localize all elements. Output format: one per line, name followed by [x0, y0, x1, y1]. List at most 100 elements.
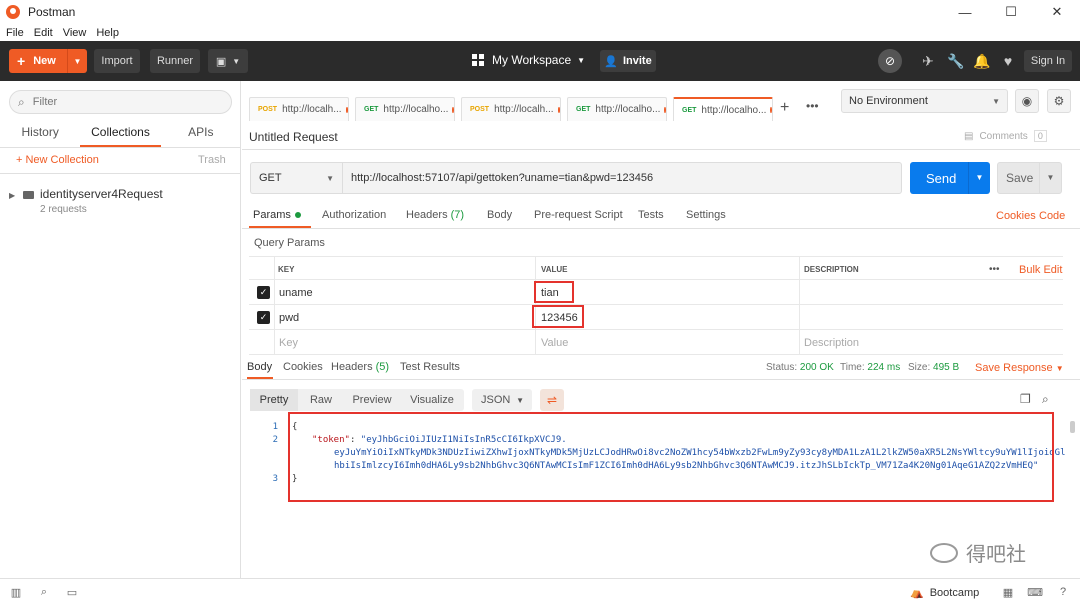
menu-file[interactable]: File: [6, 27, 24, 39]
request-tab[interactable]: POST http://localh...: [461, 97, 561, 121]
save-button[interactable]: Save ▼: [997, 162, 1062, 194]
resp-tab-test-results[interactable]: Test Results: [400, 361, 460, 373]
bell-icon[interactable]: 🔔: [972, 51, 992, 71]
trash-link[interactable]: Trash: [198, 154, 226, 166]
satellite-icon[interactable]: ✈: [918, 51, 938, 71]
caret-right-icon[interactable]: ▶: [9, 191, 15, 200]
wrench-icon[interactable]: 🔧: [946, 51, 966, 71]
format-select[interactable]: JSON ▼: [472, 389, 532, 411]
url-input[interactable]: [351, 172, 891, 184]
request-title[interactable]: Untitled Request: [249, 130, 338, 144]
send-dropdown-chevron-icon[interactable]: ▼: [968, 162, 990, 194]
param-key[interactable]: pwd: [279, 305, 299, 330]
add-tab-icon[interactable]: +: [780, 99, 789, 117]
method-select[interactable]: GET ▼: [250, 162, 342, 194]
scrollbar[interactable]: [1070, 421, 1075, 433]
two-pane-icon[interactable]: ▦: [1001, 585, 1015, 599]
url-bar[interactable]: [342, 162, 902, 194]
filter-box[interactable]: ⌕: [9, 90, 232, 114]
close-window-button[interactable]: ✕: [1034, 0, 1080, 24]
value-placeholder[interactable]: Value: [541, 330, 568, 355]
param-key[interactable]: uname: [279, 280, 313, 305]
request-tab[interactable]: GET http://localho...: [355, 97, 455, 121]
save-response-label: Save Response: [975, 362, 1053, 374]
tab-label: http://localh...: [282, 104, 342, 115]
help-icon[interactable]: ?: [1056, 585, 1070, 599]
size-key: Size:: [908, 362, 931, 373]
bootcamp-button[interactable]: ⛺ Bootcamp: [910, 586, 980, 600]
new-button[interactable]: + New ▼: [9, 49, 87, 73]
tab-authorization[interactable]: Authorization: [322, 209, 386, 221]
view-pretty[interactable]: Pretty: [250, 389, 298, 411]
tab-prerequest-script[interactable]: Pre-request Script: [534, 209, 623, 221]
tab-headers[interactable]: Headers (7): [406, 209, 464, 221]
new-window-button[interactable]: ▣ ▼: [208, 49, 248, 73]
environment-select[interactable]: No Environment ▼: [841, 89, 1008, 113]
search-icon[interactable]: ⌕: [1042, 392, 1056, 406]
more-tabs-icon[interactable]: •••: [806, 99, 819, 113]
keyboard-icon[interactable]: ⌨: [1027, 585, 1043, 599]
new-dropdown-chevron-icon[interactable]: ▼: [67, 49, 87, 73]
view-preview[interactable]: Preview: [344, 389, 400, 411]
key-placeholder[interactable]: Key: [279, 330, 298, 355]
tab-collections[interactable]: Collections: [80, 123, 161, 147]
import-button[interactable]: Import: [94, 49, 140, 73]
resp-tab-cookies[interactable]: Cookies: [283, 361, 323, 373]
description-placeholder[interactable]: Description: [804, 330, 859, 355]
find-icon[interactable]: ⌕: [37, 585, 51, 599]
bootcamp-label: Bootcamp: [929, 586, 980, 599]
bulk-edit-link[interactable]: Bulk Edit: [1019, 257, 1062, 282]
row-checkbox[interactable]: ✓: [257, 286, 270, 299]
invite-button[interactable]: 👤 Invite: [600, 50, 656, 72]
workspace-selector[interactable]: My Workspace ▼: [472, 53, 585, 67]
tab-history[interactable]: History: [0, 123, 80, 147]
column-divider: [799, 256, 800, 355]
view-visualize[interactable]: Visualize: [400, 389, 464, 411]
tab-label: http://localh...: [494, 104, 554, 115]
tab-tests[interactable]: Tests: [638, 209, 664, 221]
new-collection-button[interactable]: + New Collection: [16, 154, 99, 166]
user-add-icon: 👤: [604, 55, 618, 68]
menu-help[interactable]: Help: [96, 27, 119, 39]
comments-button[interactable]: ▤ Comments 0: [964, 130, 1047, 142]
filter-input[interactable]: [32, 96, 213, 108]
folder-icon: [23, 191, 34, 199]
runner-button[interactable]: Runner: [150, 49, 200, 73]
resp-tab-headers[interactable]: Headers (5): [331, 361, 389, 373]
code-link[interactable]: Code: [1039, 210, 1065, 222]
resp-tab-body[interactable]: Body: [247, 361, 272, 373]
menu-edit[interactable]: Edit: [34, 27, 53, 39]
save-response-button[interactable]: Save Response ▼: [975, 362, 1064, 374]
sidebar-toggle-icon[interactable]: ▥: [9, 585, 23, 599]
row-checkbox[interactable]: ✓: [257, 311, 270, 324]
divider: [0, 173, 241, 174]
tab-method: GET: [682, 106, 697, 114]
save-dropdown-chevron-icon[interactable]: ▼: [1039, 163, 1061, 193]
tab-body[interactable]: Body: [487, 209, 512, 221]
plus-icon: +: [17, 53, 26, 69]
gear-icon[interactable]: ⚙: [1047, 89, 1071, 113]
minimize-button[interactable]: —: [942, 0, 988, 24]
request-tab[interactable]: GET http://localho...: [567, 97, 667, 121]
tab-apis[interactable]: APIs: [161, 123, 241, 147]
request-subtabs: Params Authorization Headers (7) Body Pr…: [242, 204, 1080, 228]
heart-icon[interactable]: ♥: [998, 51, 1018, 71]
collection-item[interactable]: ▶ identityserver4Request 2 requests: [0, 185, 241, 217]
sync-off-icon[interactable]: ⊘: [878, 49, 902, 73]
more-options-icon[interactable]: •••: [989, 257, 1000, 282]
eye-icon[interactable]: ◉: [1015, 89, 1039, 113]
view-raw[interactable]: Raw: [298, 389, 344, 411]
request-tab[interactable]: POST http://localh...: [249, 97, 349, 121]
maximize-button[interactable]: ☐: [988, 0, 1034, 24]
send-button[interactable]: Send ▼: [910, 162, 990, 194]
cookies-link[interactable]: Cookies: [996, 210, 1036, 222]
copy-icon[interactable]: ❐: [1020, 392, 1034, 406]
request-tab-active[interactable]: GET http://localho...: [673, 97, 773, 121]
tab-settings[interactable]: Settings: [686, 209, 726, 221]
wrap-lines-icon[interactable]: ⇌: [540, 389, 564, 411]
new-button-label: New: [33, 55, 56, 67]
tab-params[interactable]: Params: [253, 209, 301, 221]
menu-view[interactable]: View: [63, 27, 87, 39]
console-icon[interactable]: ▭: [65, 585, 79, 599]
sign-in-button[interactable]: Sign In: [1024, 50, 1072, 72]
